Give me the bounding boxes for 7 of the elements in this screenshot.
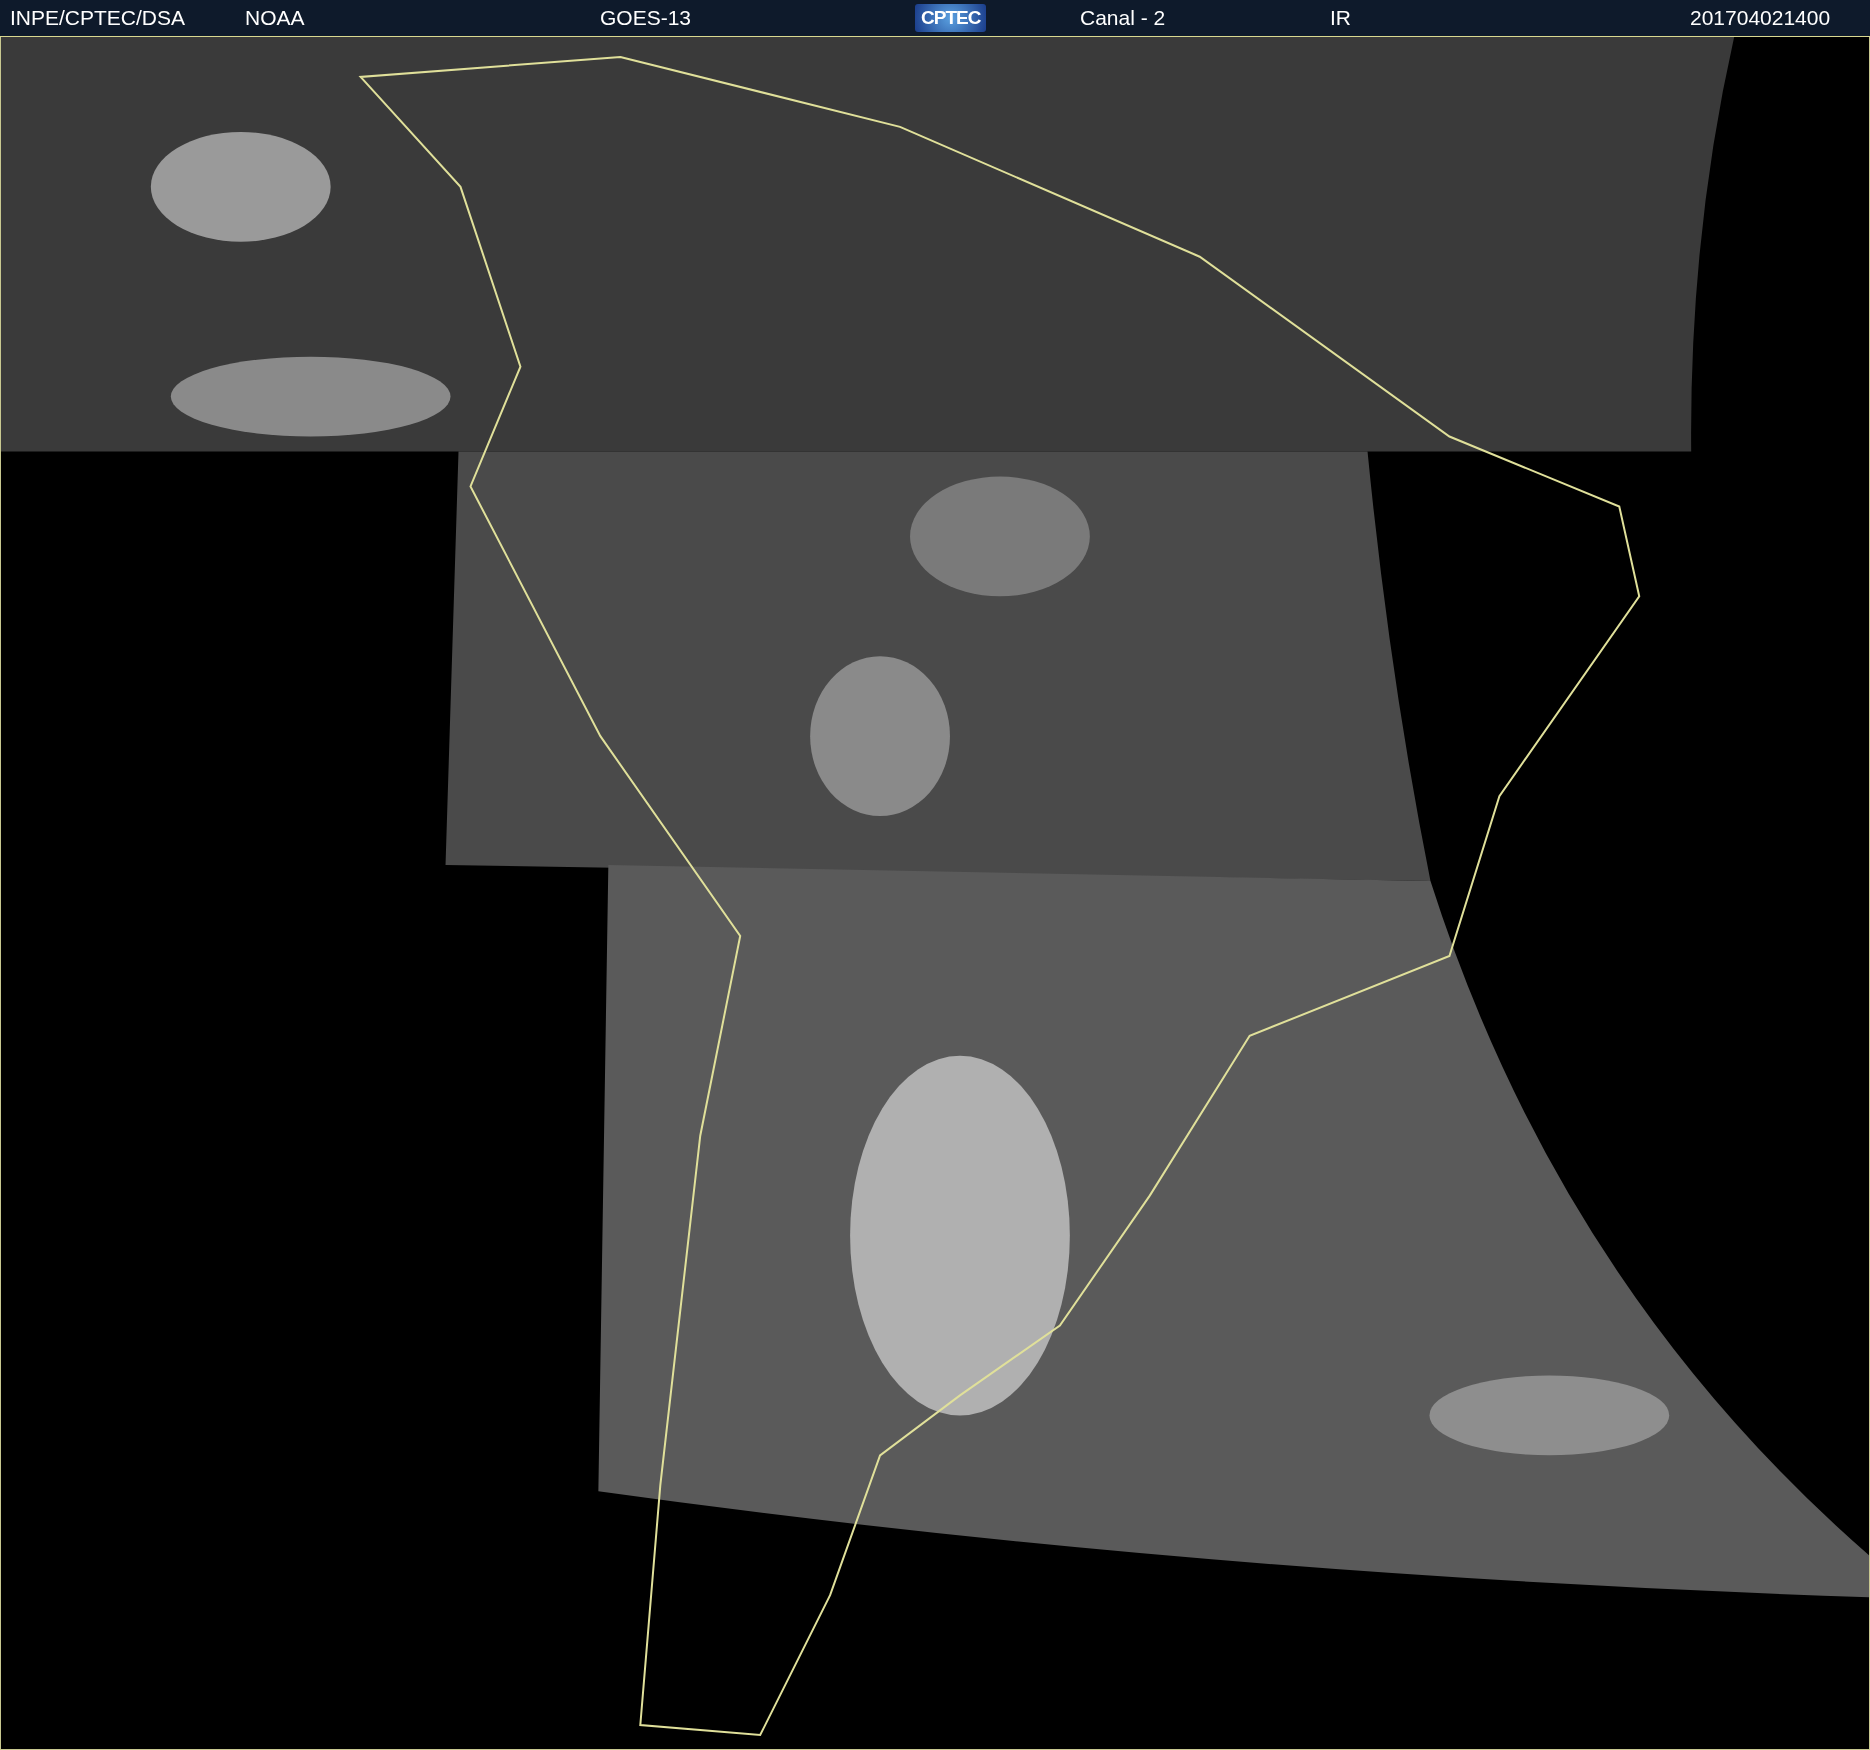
header-label: GOES-13 xyxy=(600,6,692,30)
header-label: 201704021400 xyxy=(1690,6,1831,30)
header-label: NOAA xyxy=(245,6,305,30)
header-label: IR xyxy=(1330,6,1351,30)
header-label: Canal - 2 xyxy=(1080,6,1166,30)
header-label: INPE/CPTEC/DSA xyxy=(10,6,186,30)
logo: CPTEC xyxy=(915,4,987,32)
